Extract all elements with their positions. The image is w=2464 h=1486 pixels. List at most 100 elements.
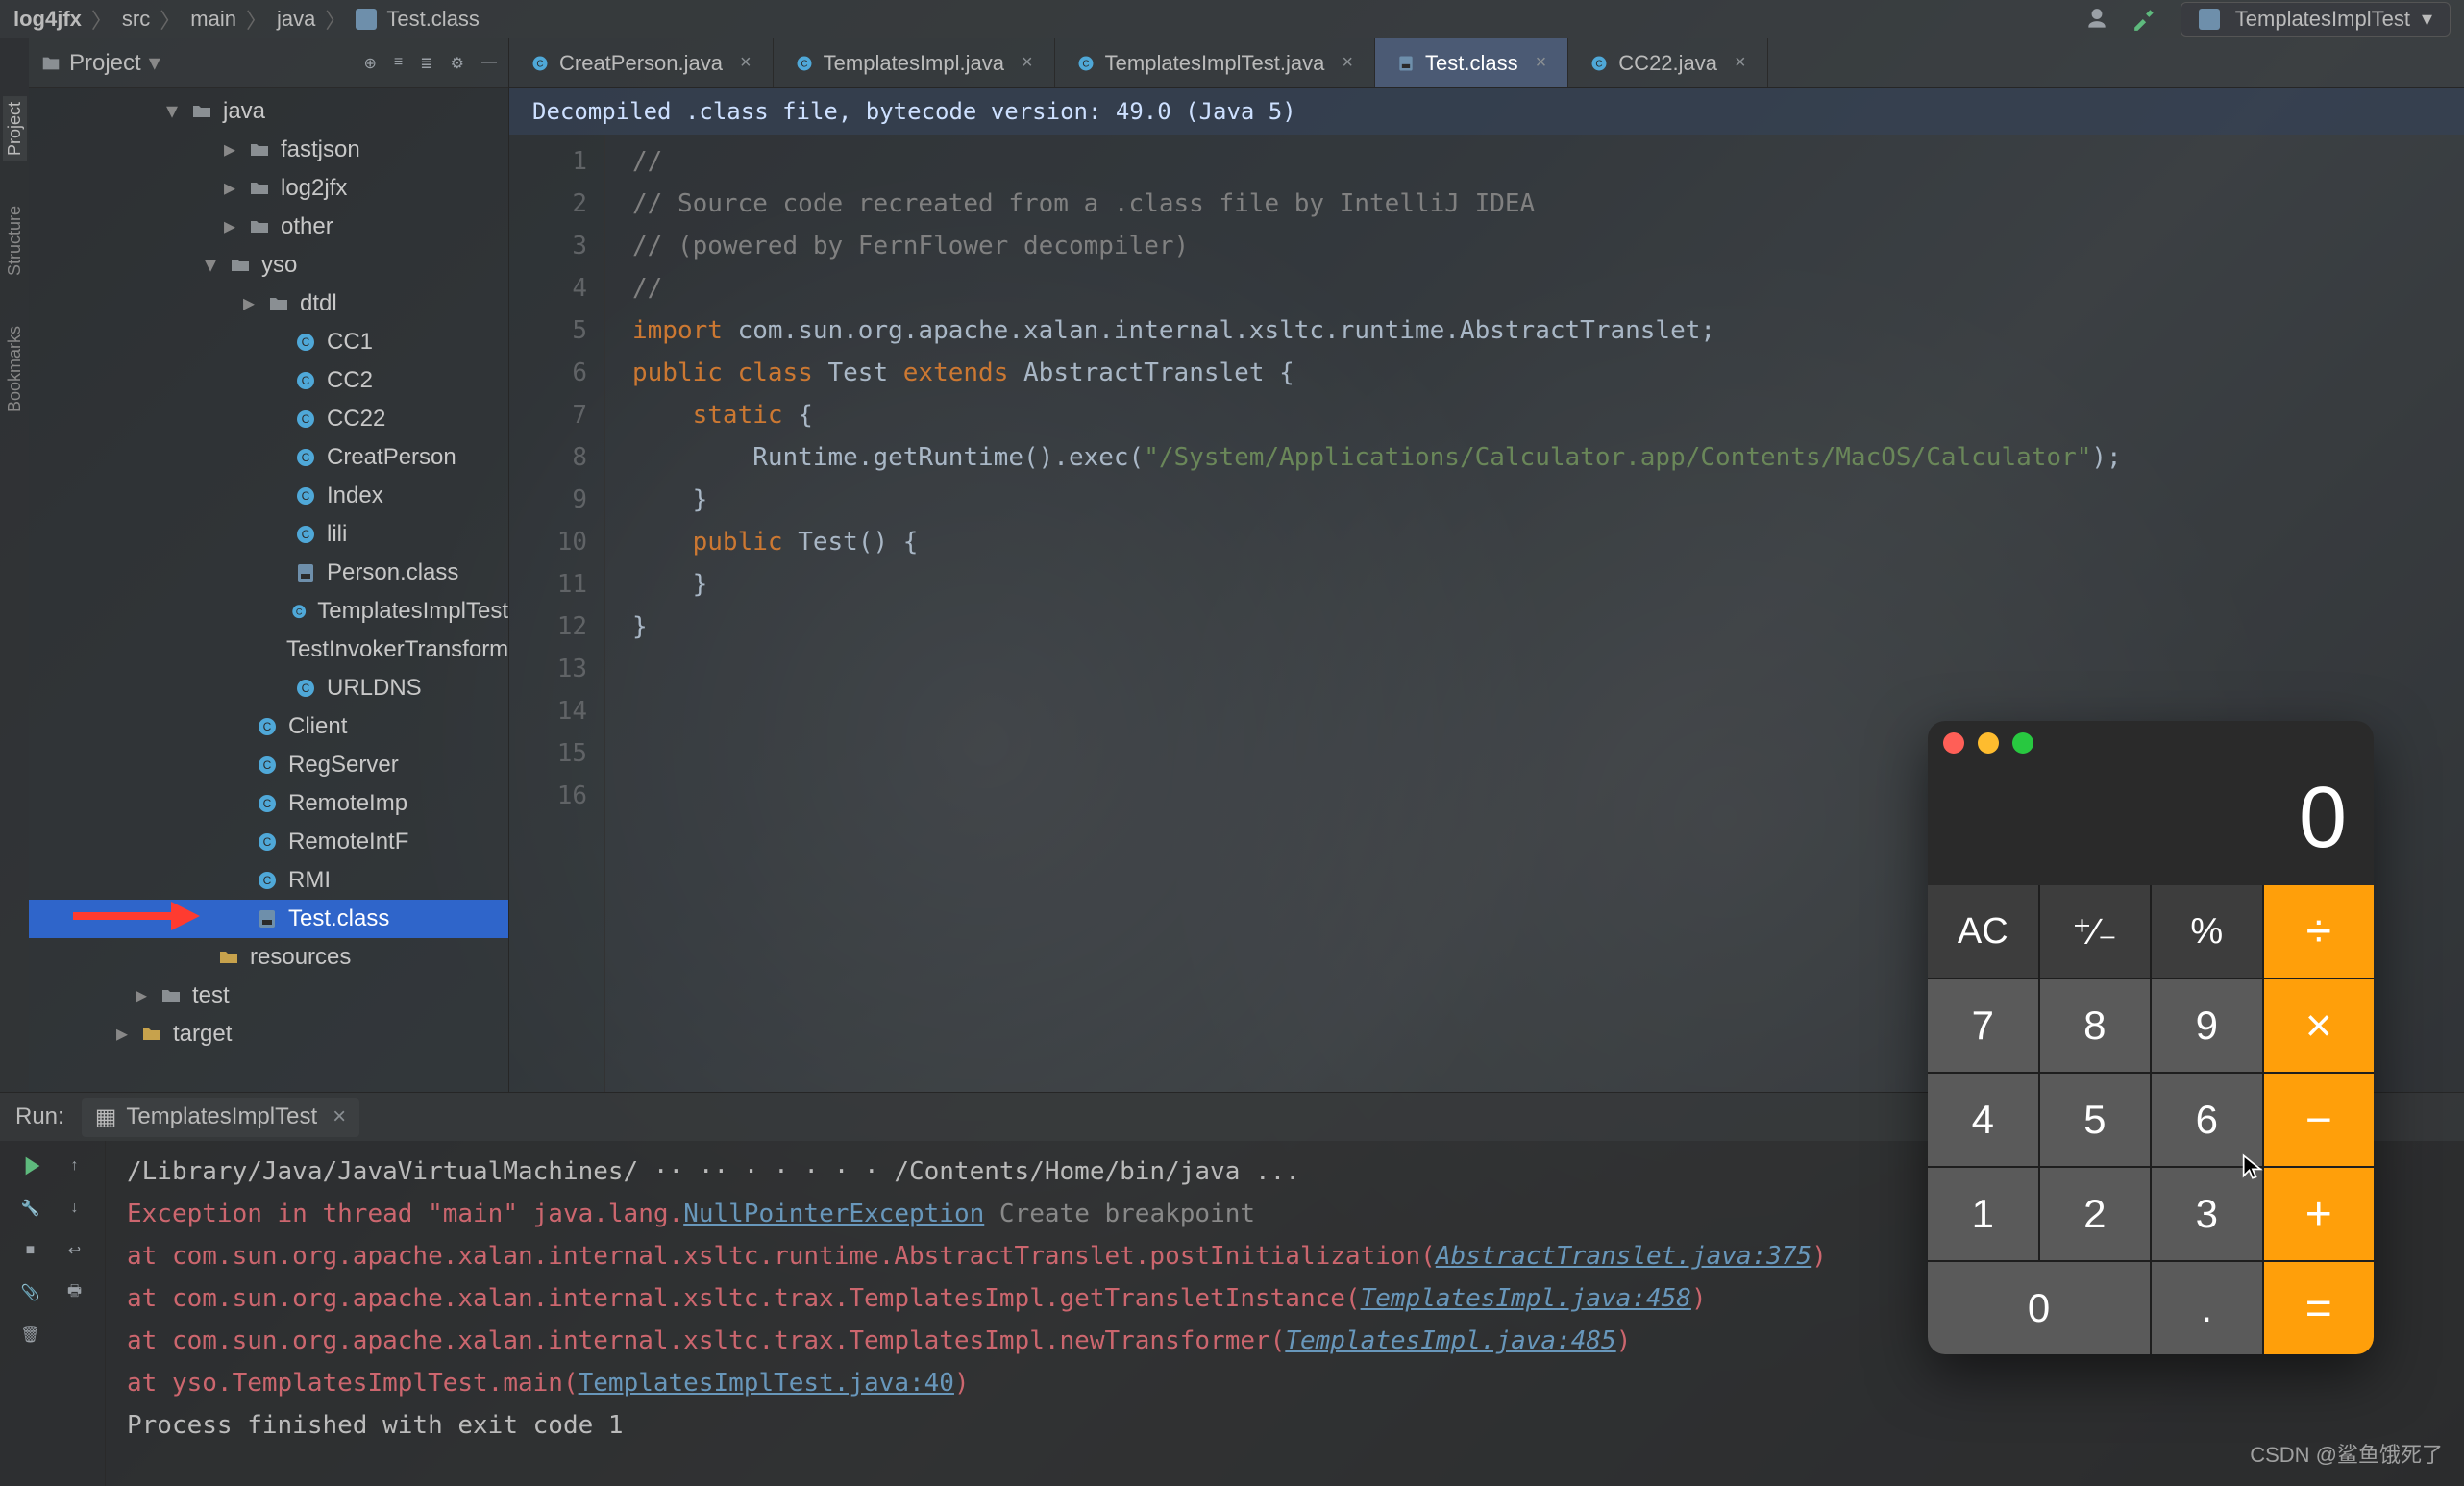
calc-key-×[interactable]: × (2264, 979, 2375, 1072)
svg-text:C: C (302, 489, 310, 503)
run-config-icon (2199, 9, 2220, 30)
calculator-titlebar[interactable] (1928, 721, 2374, 765)
breadcrumb-item[interactable]: main (190, 7, 236, 32)
close-icon[interactable]: × (1735, 52, 1746, 74)
calc-key-+[interactable]: + (2264, 1168, 2375, 1260)
wrench-icon[interactable]: 🔧 (15, 1193, 46, 1224)
tree-row[interactable]: Test.class (29, 900, 508, 938)
calc-key-1[interactable]: 1 (1928, 1168, 2038, 1260)
svg-text:C: C (263, 874, 272, 887)
rerun-icon[interactable] (15, 1151, 46, 1181)
tree-row[interactable]: Person.class (29, 554, 508, 592)
tree-row[interactable]: CTemplatesImplTest (29, 592, 508, 631)
trash-icon[interactable]: 🗑 (15, 1320, 46, 1350)
project-tree[interactable]: ▾java▸fastjson▸log2jfx▸other▾yso▸dtdlCCC… (29, 88, 508, 1092)
tool-tab-bookmarks[interactable]: Bookmarks (3, 320, 27, 418)
tree-row[interactable]: ▾java (29, 92, 508, 131)
close-icon[interactable]: × (1342, 52, 1353, 74)
tree-row[interactable]: ▸log2jfx (29, 169, 508, 208)
close-icon[interactable]: × (740, 52, 752, 74)
tree-row[interactable]: ▸fastjson (29, 131, 508, 169)
expand-all-icon[interactable]: ≡ (394, 54, 403, 73)
run-label: Run: (15, 1103, 64, 1130)
calc-key-%[interactable]: % (2152, 885, 2262, 978)
editor-tab[interactable]: CCreatPerson.java× (509, 38, 774, 87)
classfile-icon (1396, 54, 1416, 73)
attach-icon[interactable]: 📎 (15, 1277, 46, 1308)
tool-tab-project[interactable]: Project (3, 96, 27, 161)
tree-row[interactable]: CRegServer (29, 746, 508, 784)
tree-row[interactable]: CCC22 (29, 400, 508, 438)
tree-row[interactable]: C Index (29, 477, 508, 515)
tree-row[interactable]: ▸other (29, 208, 508, 246)
calc-key-÷[interactable]: ÷ (2264, 885, 2375, 978)
editor-tab[interactable]: CTemplatesImplTest.java× (1055, 38, 1375, 87)
tree-row[interactable]: Clili (29, 515, 508, 554)
dir-icon (248, 215, 271, 238)
up-icon[interactable]: ↑ (60, 1151, 90, 1181)
calculator-window[interactable]: 0 AC⁺∕₋%÷789×456−123+0.= (1928, 721, 2374, 1354)
traffic-light-min[interactable] (1978, 732, 1999, 754)
calc-key-−[interactable]: − (2264, 1074, 2375, 1166)
calc-key-0[interactable]: 0 (1928, 1262, 2150, 1354)
breadcrumb-item[interactable]: java (277, 7, 315, 32)
tree-row[interactable]: ▸test (29, 977, 508, 1015)
calc-key-2[interactable]: 2 (2040, 1168, 2151, 1260)
calc-key-8[interactable]: 8 (2040, 979, 2151, 1072)
user-icon[interactable] (2084, 7, 2109, 32)
tree-row[interactable]: resources (29, 938, 508, 977)
calc-key-7[interactable]: 7 (1928, 979, 2038, 1072)
line-gutter: 12345678910111213141516 (509, 135, 605, 1092)
calc-key-=[interactable]: = (2264, 1262, 2375, 1354)
chevron-icon: ▸ (221, 208, 238, 246)
close-icon[interactable]: × (333, 1103, 346, 1130)
calc-key-.[interactable]: . (2152, 1262, 2262, 1354)
tree-label: TestInvokerTransform (286, 631, 508, 669)
down-icon[interactable]: ↓ (60, 1193, 90, 1224)
editor-tab[interactable]: CCC22.java× (1568, 38, 1767, 87)
select-opened-file-icon[interactable]: ⊕ (364, 54, 377, 73)
tree-row[interactable]: ▾yso (29, 246, 508, 285)
tool-tab-structure[interactable]: Structure (3, 200, 27, 282)
calc-key-5[interactable]: 5 (2040, 1074, 2151, 1166)
settings-icon[interactable]: ⚙ (451, 54, 464, 73)
tool-window-stripe-left: Project Structure Bookmarks (0, 38, 29, 1092)
run-config-selector[interactable]: TemplatesImplTest ▾ (2181, 2, 2451, 37)
build-icon[interactable] (2132, 7, 2157, 32)
tree-row[interactable]: CCC1 (29, 323, 508, 361)
traffic-light-close[interactable] (1943, 732, 1964, 754)
hide-icon[interactable]: — (481, 54, 497, 73)
tree-row[interactable]: ▸dtdl (29, 285, 508, 323)
editor-tab[interactable]: Test.class× (1375, 38, 1568, 87)
tree-row[interactable]: CCC2 (29, 361, 508, 400)
cls-icon: C (290, 600, 308, 623)
close-icon[interactable]: × (1022, 52, 1033, 74)
print-icon[interactable]: 🖶 (60, 1277, 90, 1308)
tree-label: Index (327, 477, 383, 515)
tree-row[interactable]: CTestInvokerTransform (29, 631, 508, 669)
run-tab[interactable]: ▦ TemplatesImplTest × (82, 1098, 359, 1137)
calc-key-⁺∕₋[interactable]: ⁺∕₋ (2040, 885, 2151, 978)
editor-tab[interactable]: CTemplatesImpl.java× (774, 38, 1055, 87)
tree-row[interactable]: ▸target (29, 1015, 508, 1053)
traffic-light-max[interactable] (2012, 732, 2033, 754)
tree-row[interactable]: CCreatPerson (29, 438, 508, 477)
soft-wrap-icon[interactable]: ↩ (60, 1235, 90, 1266)
calc-key-3[interactable]: 3 (2152, 1168, 2262, 1260)
calc-key-4[interactable]: 4 (1928, 1074, 2038, 1166)
tree-row[interactable]: CRemoteImp (29, 784, 508, 823)
breadcrumb-item[interactable]: log4jfx (13, 7, 82, 32)
calc-key-AC[interactable]: AC (1928, 885, 2038, 978)
dropdown-icon[interactable]: ▾ (149, 49, 160, 77)
tree-row[interactable]: CRMI (29, 861, 508, 900)
collapse-all-icon[interactable]: ≣ (420, 54, 432, 73)
tree-row[interactable]: CClient (29, 707, 508, 746)
calc-key-6[interactable]: 6 (2152, 1074, 2262, 1166)
tree-row[interactable]: CRemoteIntF (29, 823, 508, 861)
close-icon[interactable]: × (1536, 52, 1547, 74)
breadcrumb-item[interactable]: Test.class (386, 7, 480, 32)
calc-key-9[interactable]: 9 (2152, 979, 2262, 1072)
tree-row[interactable]: CURLDNS (29, 669, 508, 707)
breadcrumb-item[interactable]: src (122, 7, 150, 32)
stop-icon[interactable]: ■ (15, 1235, 46, 1266)
